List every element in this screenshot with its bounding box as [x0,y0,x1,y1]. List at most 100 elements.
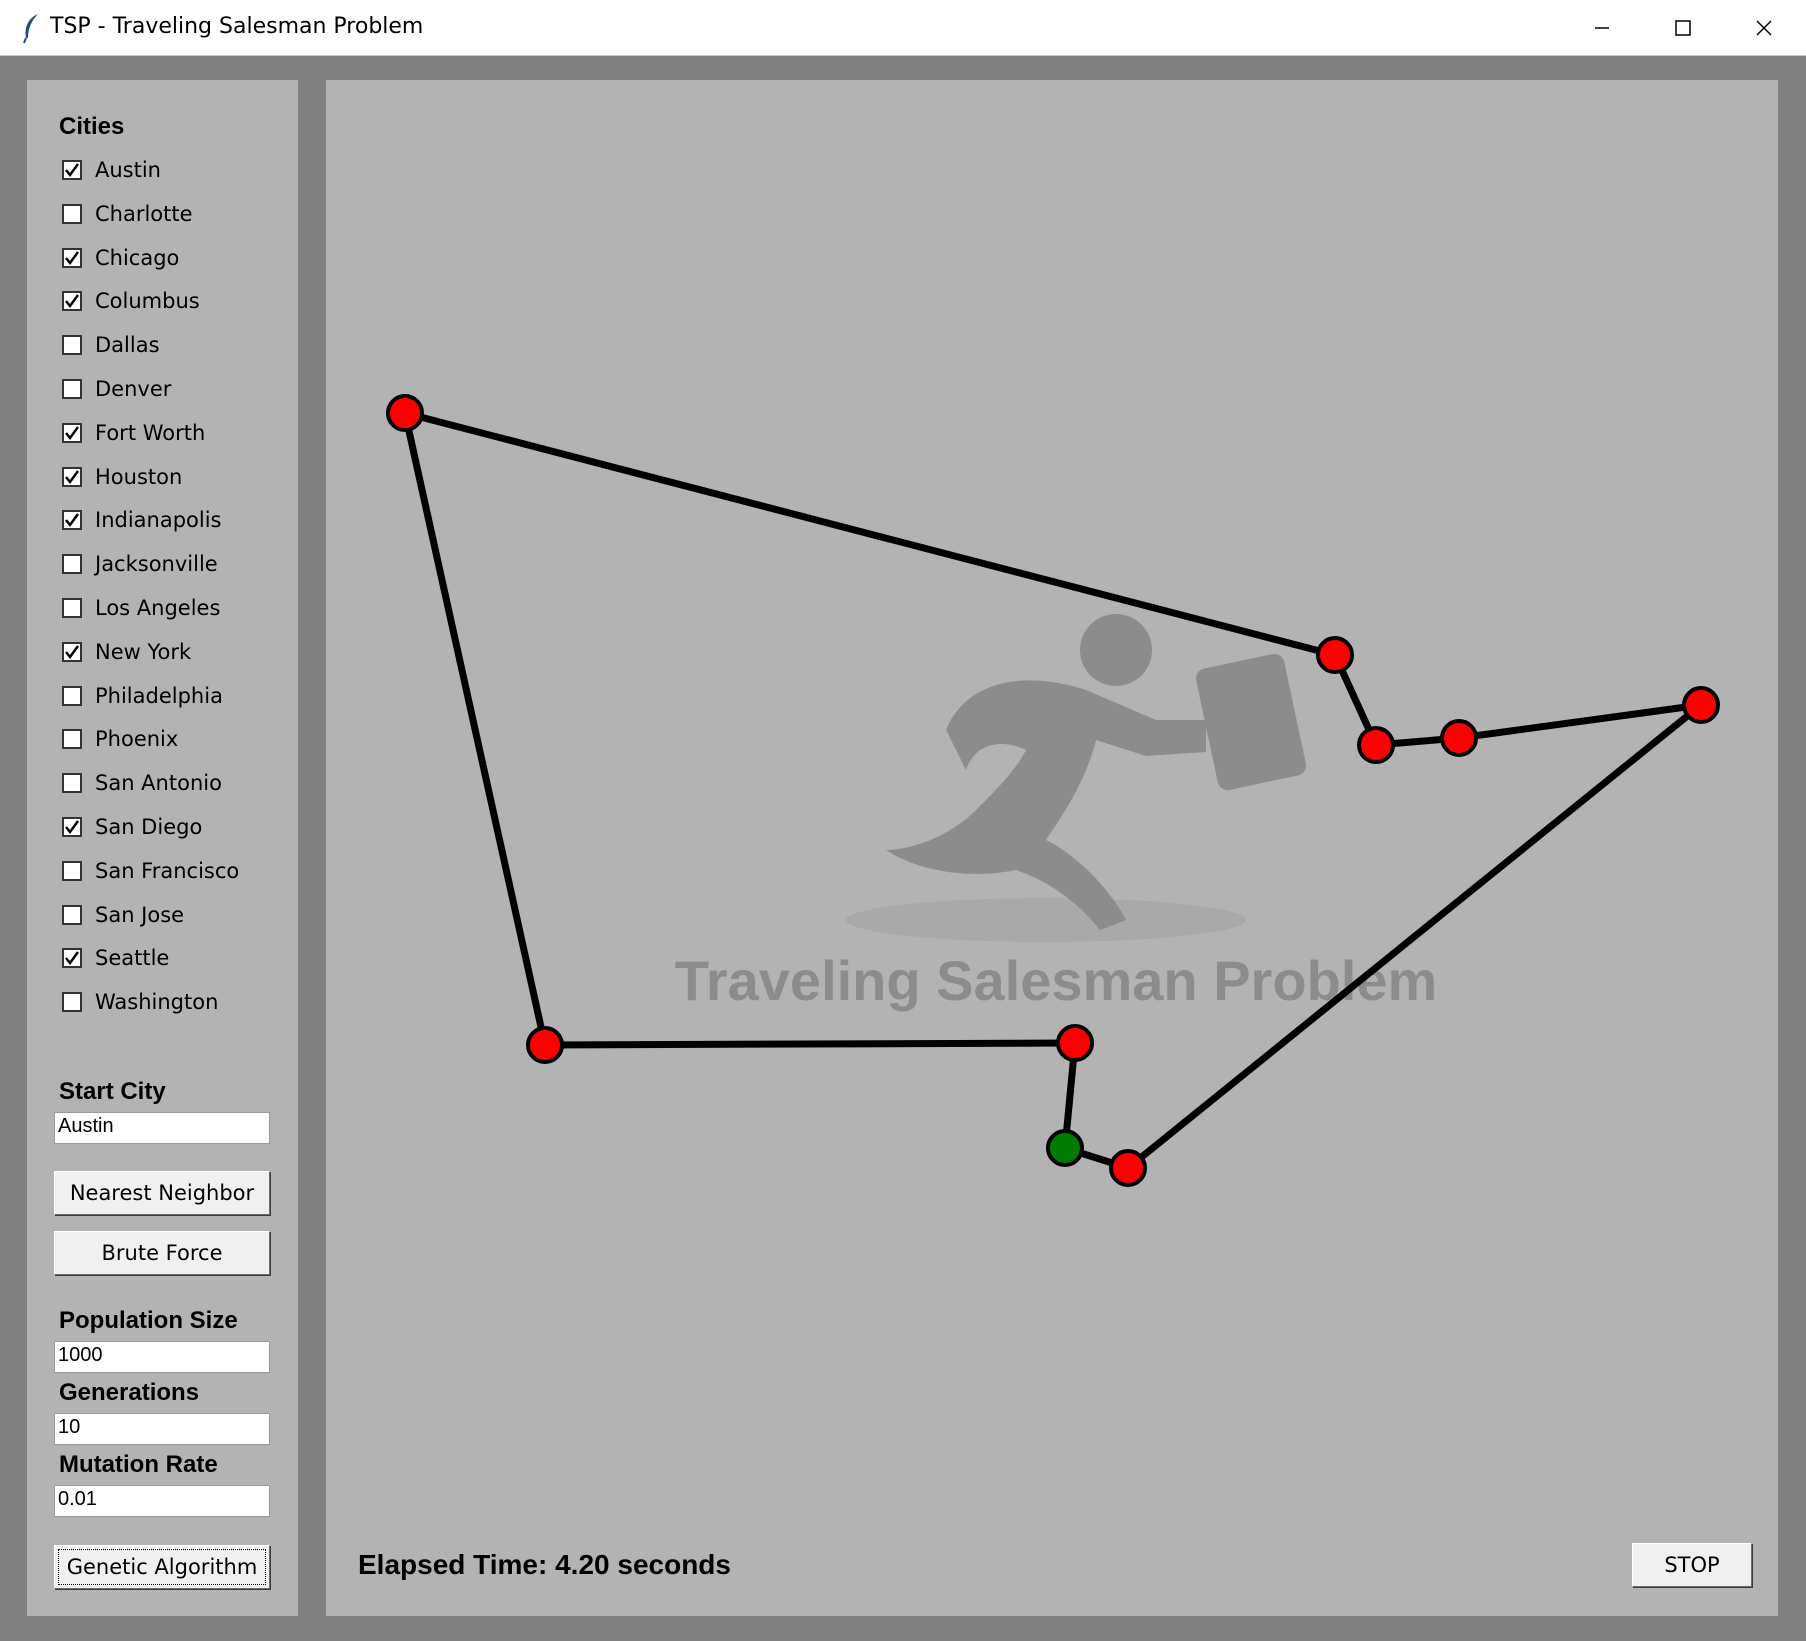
feather-icon [23,14,38,44]
checkmark-icon [65,951,80,966]
city-label: Philadelphia [95,683,223,708]
city-checkbox-row[interactable]: San Diego [62,812,282,842]
city-checkbox-row[interactable]: New York [62,637,282,667]
minimize-icon [1595,27,1609,29]
population-size-input[interactable]: 1000 [54,1341,270,1373]
genetic-algorithm-button[interactable]: Genetic Algorithm [54,1545,270,1589]
start-city-input[interactable]: Austin [54,1112,270,1144]
city-checkbox-row[interactable]: Phoenix [62,724,282,754]
maximize-icon [1675,20,1691,36]
city-node [1316,636,1354,674]
city-checkbox-row[interactable]: San Francisco [62,856,282,886]
start-city-node [1046,1129,1084,1167]
checkbox[interactable] [62,379,82,399]
city-checkbox-row[interactable]: Washington [62,987,282,1017]
running-salesman-icon: Traveling Salesman Problem [675,614,1437,1012]
city-checkbox-row[interactable]: Jacksonville [62,549,282,579]
checkbox[interactable] [62,160,82,180]
checkbox[interactable] [62,773,82,794]
city-label: Seattle [95,946,170,971]
city-label: Los Angeles [95,596,221,620]
city-checkbox-row[interactable]: Los Angeles [62,593,282,623]
city-label: Chicago [95,245,180,270]
city-label: San Diego [95,815,203,839]
checkmark-icon [65,163,80,178]
city-node [526,1026,564,1064]
checkbox[interactable] [62,729,82,750]
checkmark-icon [65,820,80,835]
route-drawing: Traveling Salesman Problem [386,394,1720,1187]
city-label: San Jose [95,902,185,927]
city-checkbox-row[interactable]: Fort Worth [62,418,282,448]
generations-heading: Generations [59,1379,200,1406]
route-edge [401,412,549,1046]
brute-force-button[interactable]: Brute Force [54,1231,270,1275]
city-checkbox-row[interactable]: San Jose [62,900,282,930]
checkbox[interactable] [62,554,82,575]
checkmark-icon [65,426,80,440]
checkbox[interactable] [62,203,82,224]
city-label: Indianapolis [95,508,222,533]
city-checkbox-row[interactable]: Charlotte [62,199,282,229]
city-checkbox-row[interactable]: Indianapolis [62,505,282,535]
checkbox[interactable] [62,510,82,531]
city-label: San Francisco [95,858,240,883]
checkbox[interactable] [62,817,82,837]
checkbox[interactable] [62,641,82,662]
route-canvas: Traveling Salesman Problem Elapsed Time:… [326,80,1778,1616]
minimize-button[interactable] [1562,0,1642,56]
city-label: Washington [95,990,219,1015]
mutation-rate-heading: Mutation Rate [59,1451,218,1478]
city-label: Denver [95,377,172,401]
checkbox[interactable] [62,860,82,881]
checkbox[interactable] [62,904,82,925]
city-checkbox-row[interactable]: Philadelphia [62,681,282,711]
city-label: Houston [95,464,183,489]
city-checkbox-row[interactable]: San Antonio [62,768,282,798]
city-label: Jacksonville [95,552,218,577]
elapsed-time-label: Elapsed Time: 4.20 seconds [358,1549,731,1580]
checkmark-icon [65,294,80,309]
city-node [1357,726,1395,764]
city-label: Dallas [95,333,160,358]
checkbox[interactable] [62,335,82,356]
checkbox[interactable] [62,992,82,1013]
window-title: TSP - Traveling Salesman Problem [50,14,424,39]
checkbox[interactable] [62,948,82,969]
city-label: Austin [95,158,161,182]
city-label: New York [95,639,192,664]
city-checkbox-row[interactable]: Dallas [62,330,282,360]
city-checkbox-row[interactable]: Seattle [62,943,282,973]
city-checkbox-row[interactable]: Denver [62,374,282,404]
route-edge [1125,702,1704,1171]
checkbox[interactable] [62,247,82,268]
mutation-rate-input[interactable]: 0.01 [54,1485,270,1517]
title-bar: TSP - Traveling Salesman Problem [0,0,1806,56]
maximize-button[interactable] [1643,0,1723,56]
stop-button[interactable]: STOP [1632,1543,1752,1587]
city-checkbox-row[interactable]: Columbus [62,286,282,316]
city-checkbox-row[interactable]: Chicago [62,243,282,273]
checkmark-icon [65,250,80,265]
checkbox[interactable] [62,291,82,312]
city-node [1109,1149,1147,1187]
checkbox[interactable] [62,598,82,618]
checkbox[interactable] [62,685,82,706]
checkbox[interactable] [62,422,82,443]
city-checkbox-row[interactable]: Austin [62,155,282,185]
close-icon [1756,20,1772,36]
checkbox[interactable] [62,466,82,487]
generations-input[interactable]: 10 [54,1413,270,1445]
control-panel: Cities Austin Charlotte Chicago Columbus Dal… [27,80,298,1616]
city-label: Fort Worth [95,420,206,445]
city-label: Phoenix [95,727,179,752]
city-label: Columbus [95,289,200,314]
city-checkbox-row[interactable]: Houston [62,462,282,492]
cities-heading: Cities [59,113,125,140]
route-edge [404,409,1336,659]
city-node [1682,686,1720,724]
checkmark-icon [65,469,80,484]
nearest-neighbor-button[interactable]: Nearest Neighbor [54,1171,270,1215]
close-button[interactable] [1724,0,1804,56]
city-label: San Antonio [95,771,222,796]
